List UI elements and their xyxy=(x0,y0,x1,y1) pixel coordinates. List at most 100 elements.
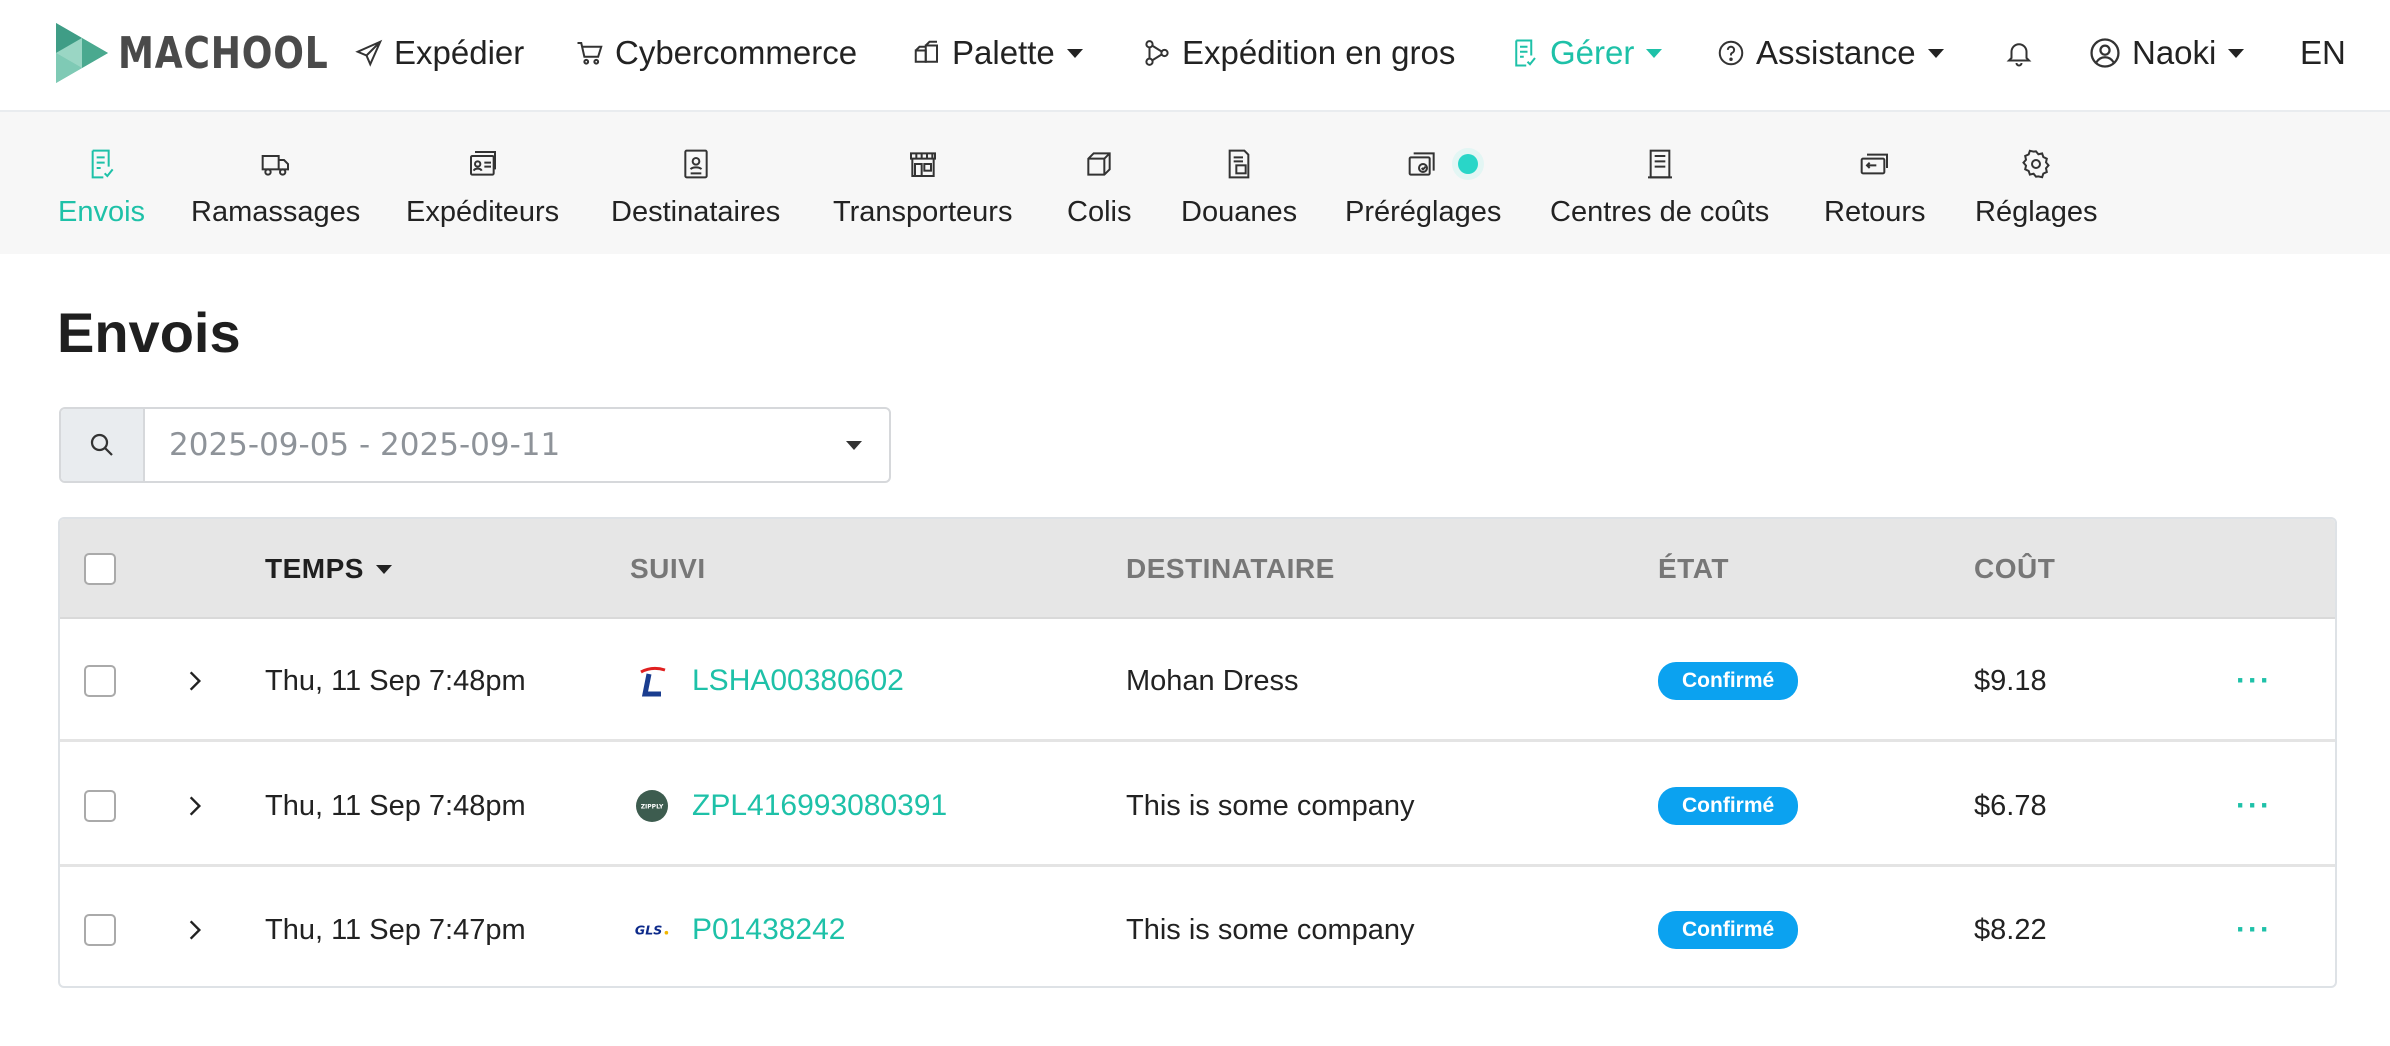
row-actions-button[interactable]: ··· xyxy=(2236,869,2272,986)
presets-icon xyxy=(1408,152,1435,176)
column-header-tracking[interactable]: SUIVI xyxy=(630,519,706,619)
question-circle-icon xyxy=(1718,40,1744,66)
nav-assistance-label: Assistance xyxy=(1756,34,1916,71)
row-recipient: Mohan Dress xyxy=(1126,664,1299,697)
subnav-destinataires-label: Destinataires xyxy=(611,196,781,228)
chevron-down-icon xyxy=(1646,48,1663,58)
search-icon xyxy=(90,433,113,456)
nav-expedition-en-gros-label: Expédition en gros xyxy=(1182,34,1456,71)
subnav-prereglages-label: Préréglages xyxy=(1345,196,1502,228)
nav-palette[interactable]: Palette xyxy=(912,28,1083,78)
row-status: Confirmé xyxy=(1658,745,1799,867)
tracking-number-link[interactable]: LSHA00380602 xyxy=(692,664,904,698)
row-checkbox[interactable] xyxy=(84,790,116,822)
subnav-ramassages-label: Ramassages xyxy=(191,196,361,228)
nav-cybercommerce-label: Cybercommerce xyxy=(615,34,858,71)
subnav-colis[interactable]: Colis xyxy=(1067,112,1131,254)
subnav-centres-de-couts[interactable]: Centres de coûts xyxy=(1550,112,1769,254)
notifications-button[interactable] xyxy=(2004,28,2044,78)
tracking-number-link[interactable]: P01438242 xyxy=(692,913,846,947)
user-menu[interactable]: Naoki xyxy=(2088,28,2245,78)
subnav-retours[interactable]: Retours xyxy=(1824,112,1926,254)
row-tracking[interactable]: LSHA00380602 xyxy=(634,620,904,742)
subnav-envois[interactable]: Envois xyxy=(58,112,145,254)
row-tracking[interactable]: ZIPPLY ZPL416993080391 xyxy=(634,745,947,867)
contact-cards-icon xyxy=(469,151,496,176)
date-range-filter[interactable]: 2025-09-05 - 2025-09-11 xyxy=(59,407,891,483)
column-header-time-label: TEMPS xyxy=(265,553,364,584)
subnav-destinataires[interactable]: Destinataires xyxy=(611,112,780,254)
subnav-prereglages[interactable]: Préréglages xyxy=(1345,112,1501,254)
column-header-status[interactable]: ÉTAT xyxy=(1658,519,1729,619)
sub-navbar: Envois Ramassages Expéditeurs Destinatai… xyxy=(0,112,2390,254)
chevron-right-icon xyxy=(189,920,202,940)
zipply-logo-text: ZIPPLY xyxy=(641,804,664,811)
subnav-reglages[interactable]: Réglages xyxy=(1975,112,2098,254)
return-box-icon xyxy=(1860,153,1888,175)
row-time: Thu, 11 Sep 7:47pm xyxy=(265,913,526,946)
nav-gerer-label: Gérer xyxy=(1550,34,1635,71)
subnav-expediteurs[interactable]: Expéditeurs xyxy=(406,112,559,254)
chevron-right-icon xyxy=(189,796,202,816)
chevron-down-icon xyxy=(2228,48,2245,58)
language-toggle[interactable]: EN xyxy=(2300,28,2346,78)
row-actions-button[interactable]: ··· xyxy=(2236,745,2272,867)
storefront-icon xyxy=(909,152,936,177)
row-checkbox[interactable] xyxy=(84,665,116,697)
row-actions-button[interactable]: ··· xyxy=(2236,620,2272,742)
subnav-expediteurs-label: Expéditeurs xyxy=(406,196,560,228)
box-icon xyxy=(1087,152,1111,176)
status-badge: Confirmé xyxy=(1658,787,1799,825)
top-navbar: MACHOOL Expédier Cybercommerce Palette E… xyxy=(0,0,2390,112)
expand-row-button[interactable] xyxy=(182,745,208,867)
boxes-icon xyxy=(914,40,938,63)
nav-cybercommerce[interactable]: Cybercommerce xyxy=(575,28,857,78)
expand-row-button[interactable] xyxy=(182,869,208,986)
row-cost: $8.22 xyxy=(1974,913,2047,946)
chevron-down-icon xyxy=(1927,48,1944,58)
zipply-logo: ZIPPLY xyxy=(634,788,670,824)
expand-row-button[interactable] xyxy=(182,620,208,742)
subnav-douanes-label: Douanes xyxy=(1181,196,1298,228)
nav-gerer[interactable]: Gérer xyxy=(1510,28,1663,78)
subnav-transporteurs[interactable]: Transporteurs xyxy=(833,112,1012,254)
table-row[interactable]: Thu, 11 Sep 7:47pm GLS P01438242 This is… xyxy=(60,869,2335,986)
column-header-recipient[interactable]: DESTINATAIRE xyxy=(1126,519,1335,619)
search-button[interactable] xyxy=(61,409,145,481)
more-icon: ··· xyxy=(2236,664,2272,697)
date-range-dropdown[interactable] xyxy=(819,409,889,481)
sort-down-icon xyxy=(375,564,392,574)
contact-badge-icon xyxy=(683,149,708,179)
subnav-transporteurs-label: Transporteurs xyxy=(833,196,1013,228)
table-header: TEMPS SUIVI DESTINATAIRE ÉTAT COÛT xyxy=(60,519,2335,619)
table-row[interactable]: Thu, 11 Sep 7:48pm ZIPPLY ZPL41699308039… xyxy=(60,745,2335,867)
nav-assistance[interactable]: Assistance xyxy=(1716,28,1944,78)
cart-icon xyxy=(577,42,603,65)
row-tracking[interactable]: GLS P01438242 xyxy=(634,869,846,986)
column-header-cost[interactable]: COÛT xyxy=(1974,519,2055,619)
subnav-ramassages[interactable]: Ramassages xyxy=(191,112,360,254)
page-title: Envois xyxy=(57,301,241,364)
column-header-time[interactable]: TEMPS xyxy=(265,519,392,619)
subnav-envois-label: Envois xyxy=(58,196,146,228)
subnav-douanes[interactable]: Douanes xyxy=(1181,112,1297,254)
nav-expedition-en-gros[interactable]: Expédition en gros xyxy=(1142,28,1455,78)
row-recipient: This is some company xyxy=(1126,789,1415,822)
row-status: Confirmé xyxy=(1658,620,1799,742)
status-badge: Confirmé xyxy=(1658,662,1799,700)
row-checkbox[interactable] xyxy=(84,914,116,946)
chevron-right-icon xyxy=(189,671,202,691)
brand-logo[interactable]: MACHOOL xyxy=(56,22,375,84)
document-check-icon xyxy=(1515,39,1536,67)
user-circle-icon xyxy=(2090,38,2120,68)
truck-icon xyxy=(261,155,289,176)
table-row[interactable]: Thu, 11 Sep 7:48pm LSHA00380602 Mohan Dr… xyxy=(60,620,2335,742)
gls-logo: GLS xyxy=(634,912,670,948)
subnav-centres-de-couts-label: Centres de coûts xyxy=(1550,196,1770,228)
nav-palette-label: Palette xyxy=(952,34,1055,71)
lasership-logo xyxy=(634,663,670,699)
nav-expedier[interactable]: Expédier xyxy=(354,28,524,78)
tracking-number-link[interactable]: ZPL416993080391 xyxy=(692,789,947,823)
date-range-value[interactable]: 2025-09-05 - 2025-09-11 xyxy=(145,409,819,481)
select-all-checkbox[interactable] xyxy=(84,553,116,585)
